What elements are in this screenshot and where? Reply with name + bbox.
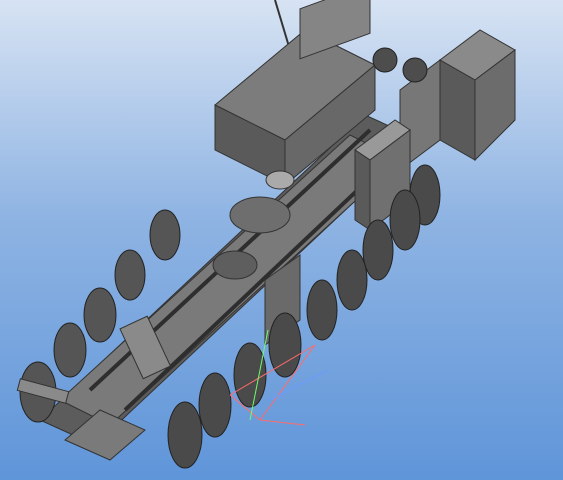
wheel (83, 287, 117, 343)
wheel (114, 249, 146, 301)
fan-assembly[interactable] (372, 47, 428, 83)
wheel (306, 279, 338, 341)
wheel (389, 189, 421, 251)
wheel (198, 372, 232, 438)
cab[interactable] (399, 29, 516, 171)
wheel (336, 249, 368, 311)
cad-scene[interactable] (0, 0, 563, 480)
wheel (268, 312, 302, 378)
wheel (167, 401, 203, 469)
antenna (274, 0, 291, 51)
wheel (362, 219, 394, 281)
wheel (233, 342, 267, 408)
cad-viewport[interactable] (0, 0, 563, 480)
wheel (149, 209, 181, 261)
wheel (53, 322, 87, 378)
